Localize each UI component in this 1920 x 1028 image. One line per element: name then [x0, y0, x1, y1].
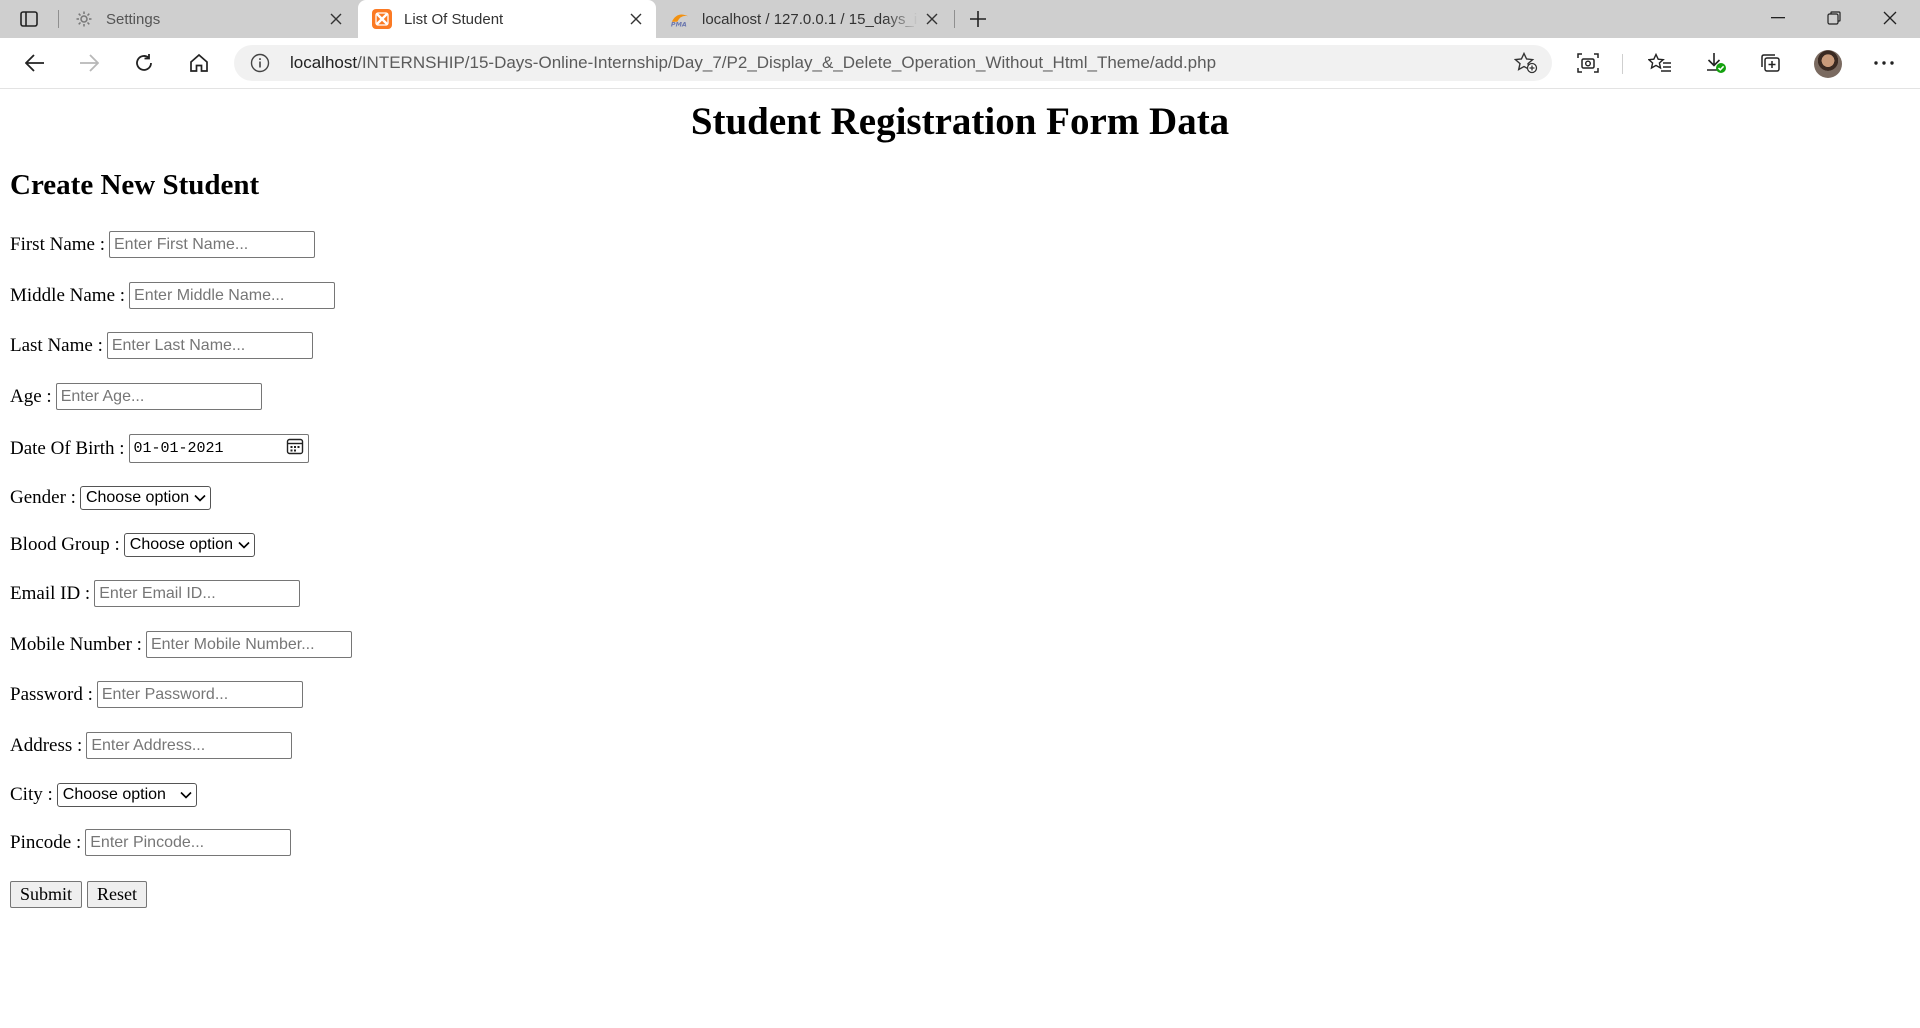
phpmyadmin-icon: PMA [670, 9, 690, 29]
tab-label: List Of Student [404, 10, 504, 28]
reset-button[interactable]: Reset [87, 881, 147, 908]
dob-label: Date Of Birth : [10, 437, 125, 459]
tab-label: localhost / 127.0.0.1 / 15_days_in [702, 10, 918, 28]
city-label: City : [10, 784, 53, 805]
email-row: Email ID : [10, 580, 301, 607]
dob-input[interactable]: 01-01-2021 [128, 434, 309, 463]
address-bar[interactable]: localhost/INTERNSHIP/15-Days-Online-Inte… [234, 45, 1552, 81]
chevron-down-icon [180, 789, 192, 801]
gender-select[interactable]: Choose option [79, 486, 212, 510]
city-selected: Choose option [62, 786, 166, 803]
gear-icon [74, 9, 94, 29]
mobile-label: Mobile Number : [10, 633, 142, 655]
chevron-down-icon [238, 539, 250, 551]
middle-name-label: Middle Name : [10, 284, 126, 306]
tab-settings[interactable]: Settings [60, 0, 356, 38]
dob-row: Date Of Birth : 01-01-2021 [10, 434, 309, 463]
pincode-input[interactable] [85, 829, 292, 856]
gender-row: Gender : Choose option [10, 486, 212, 510]
blood-group-row: Blood Group : Choose option [10, 533, 255, 557]
tab-separator [954, 10, 955, 28]
tab-actions-icon[interactable] [16, 7, 42, 31]
tab-phpmyadmin[interactable]: PMA localhost / 127.0.0.1 / 15_days_in [656, 0, 952, 38]
tab-separator [58, 10, 59, 28]
submit-button[interactable]: Submit [10, 881, 83, 908]
tab-strip: Settings List Of Student PMA localhost /… [0, 0, 1920, 38]
url-host: localhost [290, 53, 358, 72]
close-window-button[interactable] [1862, 0, 1918, 36]
back-button[interactable] [17, 47, 53, 79]
address-row: Address : [10, 732, 293, 759]
blood-group-label: Blood Group : [10, 534, 120, 555]
blood-group-selected: Choose option [129, 536, 233, 553]
form-title: Create New Student [10, 169, 260, 201]
first-name-input[interactable] [109, 231, 315, 258]
city-select[interactable]: Choose option [56, 783, 197, 807]
home-button[interactable] [181, 47, 217, 79]
favorites-icon[interactable] [1642, 47, 1678, 79]
page-content: Student Registration Form Data Create Ne… [0, 89, 1920, 1028]
last-name-label: Last Name : [10, 334, 103, 356]
password-input[interactable] [96, 681, 303, 708]
age-row: Age : [10, 383, 262, 410]
calendar-icon[interactable] [286, 437, 304, 460]
tab-label: Settings [106, 10, 161, 28]
mobile-input[interactable] [145, 631, 352, 658]
toolbar-divider [1622, 54, 1623, 74]
svg-text:PMA: PMA [671, 21, 687, 28]
xampp-icon [372, 9, 392, 29]
screenshot-icon[interactable] [1570, 47, 1606, 79]
url-text[interactable]: localhost/INTERNSHIP/15-Days-Online-Inte… [290, 53, 1216, 73]
pincode-row: Pincode : [10, 829, 292, 856]
restore-button[interactable] [1806, 0, 1862, 36]
info-icon[interactable] [250, 53, 270, 73]
refresh-button[interactable] [126, 47, 162, 79]
age-input[interactable] [55, 383, 262, 410]
more-menu-icon[interactable] [1866, 47, 1902, 79]
password-label: Password : [10, 683, 93, 705]
tab-list-of-student[interactable]: List Of Student [358, 0, 656, 38]
dob-value: 01-01-2021 [133, 440, 224, 457]
email-label: Email ID : [10, 582, 91, 604]
address-input[interactable] [86, 732, 293, 759]
middle-name-row: Middle Name : [10, 282, 336, 309]
downloads-icon[interactable] [1698, 47, 1734, 79]
url-path: /INTERNSHIP/15-Days-Online-Internship/Da… [357, 53, 1217, 72]
new-tab-button[interactable] [963, 5, 993, 33]
close-icon[interactable] [622, 5, 650, 33]
forward-button[interactable] [71, 47, 107, 79]
age-label: Age : [10, 385, 52, 407]
address-label: Address : [10, 734, 83, 756]
add-favorite-icon[interactable] [1513, 51, 1538, 74]
chevron-down-icon [194, 492, 206, 504]
avatar[interactable] [1814, 50, 1842, 78]
password-row: Password : [10, 681, 303, 708]
email-input[interactable] [94, 580, 301, 607]
middle-name-input[interactable] [129, 282, 336, 309]
page-title: Student Registration Form Data [690, 100, 1230, 143]
first-name-row: First Name : [10, 231, 315, 258]
gender-selected: Choose option [85, 489, 190, 506]
minimize-button[interactable] [1750, 0, 1806, 36]
gender-label: Gender : [10, 487, 76, 508]
close-icon[interactable] [322, 5, 350, 33]
pincode-label: Pincode : [10, 831, 82, 853]
close-icon[interactable] [918, 5, 946, 33]
mobile-row: Mobile Number : [10, 631, 352, 658]
first-name-label: First Name : [10, 233, 105, 255]
browser-toolbar: localhost/INTERNSHIP/15-Days-Online-Inte… [0, 38, 1920, 89]
last-name-input[interactable] [106, 332, 313, 359]
blood-group-select[interactable]: Choose option [123, 533, 255, 557]
collections-icon[interactable] [1752, 47, 1788, 79]
city-row: City : Choose option [10, 783, 197, 807]
last-name-row: Last Name : [10, 332, 313, 359]
